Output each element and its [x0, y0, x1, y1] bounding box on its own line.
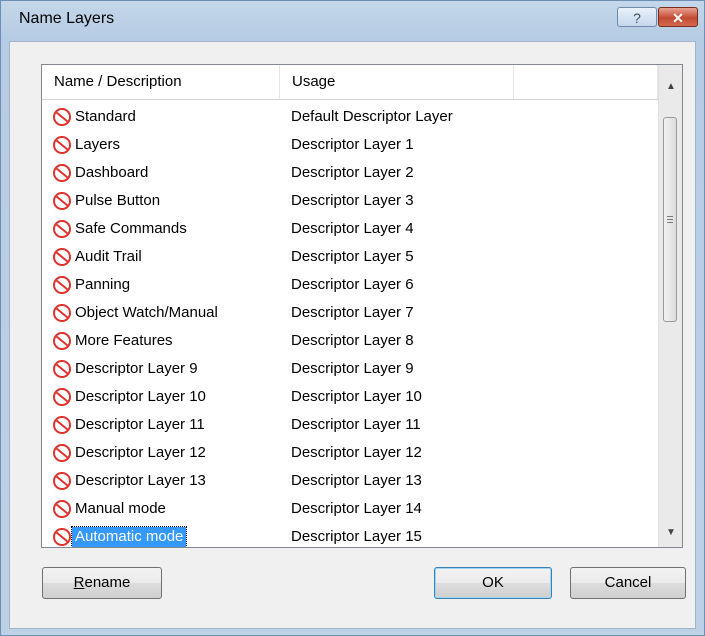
layer-name: Standard — [75, 108, 136, 125]
layer-hidden-icon[interactable] — [52, 443, 72, 463]
cancel-button[interactable]: Cancel — [570, 567, 686, 599]
list-row[interactable]: Standard Default Descriptor Layer — [42, 103, 658, 131]
layer-usage: Descriptor Layer 14 — [291, 500, 422, 517]
close-icon: ✕ — [672, 10, 684, 26]
dialog-body: Name / Description Usage Standard Default… — [9, 41, 696, 629]
layer-usage: Descriptor Layer 12 — [291, 444, 422, 461]
layer-hidden-icon[interactable] — [52, 275, 72, 295]
layer-name: Safe Commands — [75, 220, 187, 237]
layer-name: Descriptor Layer 12 — [75, 444, 206, 461]
list-row[interactable]: Panning Descriptor Layer 6 — [42, 271, 658, 299]
list-row[interactable]: Audit Trail Descriptor Layer 5 — [42, 243, 658, 271]
layer-hidden-icon[interactable] — [52, 387, 72, 407]
list-row[interactable]: Descriptor Layer 12 Descriptor Layer 12 — [42, 439, 658, 467]
layer-name: Automatic mode — [70, 526, 188, 547]
list-row[interactable]: Dashboard Descriptor Layer 2 — [42, 159, 658, 187]
vertical-scrollbar[interactable]: ▲ ▼ — [658, 65, 682, 547]
layer-hidden-icon[interactable] — [52, 135, 72, 155]
layer-usage: Descriptor Layer 9 — [291, 360, 414, 377]
scroll-up-icon[interactable]: ▲ — [659, 75, 682, 99]
layer-hidden-icon[interactable] — [52, 219, 72, 239]
list-row[interactable]: Manual mode Descriptor Layer 14 — [42, 495, 658, 523]
layer-usage: Descriptor Layer 7 — [291, 304, 414, 321]
layer-hidden-icon[interactable] — [52, 331, 72, 351]
thumb-grip-line — [667, 222, 673, 223]
layer-name: Descriptor Layer 10 — [75, 388, 206, 405]
list-row[interactable]: Descriptor Layer 9 Descriptor Layer 9 — [42, 355, 658, 383]
layer-usage: Descriptor Layer 10 — [291, 388, 422, 405]
layer-hidden-icon[interactable] — [52, 247, 72, 267]
layer-hidden-icon[interactable] — [52, 527, 72, 547]
layer-name: Descriptor Layer 11 — [75, 416, 205, 433]
layer-usage: Descriptor Layer 2 — [291, 164, 414, 181]
list-row[interactable]: Descriptor Layer 13 Descriptor Layer 13 — [42, 467, 658, 495]
layer-name: Layers — [75, 136, 121, 153]
list-row[interactable]: Safe Commands Descriptor Layer 4 — [42, 215, 658, 243]
layer-name: Descriptor Layer 13 — [75, 472, 206, 489]
layer-usage: Descriptor Layer 4 — [291, 220, 414, 237]
title-bar[interactable]: Name Layers ? ✕ — [1, 1, 704, 41]
layer-name: Descriptor Layer 9 — [75, 360, 198, 377]
layers-list[interactable]: Name / Description Usage Standard Default… — [41, 64, 683, 548]
list-header: Name / Description Usage — [42, 65, 658, 100]
layer-usage: Descriptor Layer 5 — [291, 248, 414, 265]
layer-hidden-icon[interactable] — [52, 303, 72, 323]
list-row[interactable]: Descriptor Layer 10 Descriptor Layer 10 — [42, 383, 658, 411]
layer-usage: Default Descriptor Layer — [291, 108, 453, 125]
layer-name: Dashboard — [75, 164, 149, 181]
layer-hidden-icon[interactable] — [52, 107, 72, 127]
layer-hidden-icon[interactable] — [52, 471, 72, 491]
layer-usage: Descriptor Layer 3 — [291, 192, 414, 209]
column-header-empty[interactable] — [514, 65, 658, 99]
rename-label: ename — [84, 574, 131, 591]
layer-usage: Descriptor Layer 15 — [291, 528, 422, 545]
layer-hidden-icon[interactable] — [52, 191, 72, 211]
list-row[interactable]: Layers Descriptor Layer 1 — [42, 131, 658, 159]
list-row[interactable]: Automatic mode Descriptor Layer 15 — [42, 523, 658, 547]
ok-button[interactable]: OK — [434, 567, 552, 599]
column-header-usage[interactable]: Usage — [280, 65, 514, 99]
list-row[interactable]: Object Watch/Manual Descriptor Layer 7 — [42, 299, 658, 327]
list-row[interactable]: More Features Descriptor Layer 8 — [42, 327, 658, 355]
layer-hidden-icon[interactable] — [52, 359, 72, 379]
list-rows: Standard Default Descriptor Layer Layers De… — [42, 103, 658, 547]
rename-mnemonic: R — [73, 574, 85, 591]
layer-name: Panning — [75, 276, 131, 293]
layer-name: Audit Trail — [75, 248, 142, 265]
layer-usage: Descriptor Layer 13 — [291, 472, 422, 489]
rename-button[interactable]: Rename — [42, 567, 162, 599]
layer-name: More Features — [75, 332, 173, 349]
list-row[interactable]: Descriptor Layer 11 Descriptor Layer 11 — [42, 411, 658, 439]
layer-hidden-icon[interactable] — [52, 415, 72, 435]
layer-usage: Descriptor Layer 11 — [291, 416, 421, 433]
scroll-thumb[interactable] — [663, 117, 677, 322]
layer-usage: Descriptor Layer 1 — [291, 136, 414, 153]
list-row[interactable]: Pulse Button Descriptor Layer 3 — [42, 187, 658, 215]
thumb-grip-line — [667, 216, 673, 217]
layer-hidden-icon[interactable] — [52, 499, 72, 519]
layer-usage: Descriptor Layer 6 — [291, 276, 414, 293]
thumb-grip-line — [667, 219, 673, 220]
name-layers-dialog: Name Layers ? ✕ Name / Description Usage… — [0, 0, 705, 636]
layer-name: Pulse Button — [75, 192, 161, 209]
layer-name: Object Watch/Manual — [75, 304, 218, 321]
column-header-name[interactable]: Name / Description — [42, 65, 280, 99]
scroll-down-icon[interactable]: ▼ — [659, 521, 682, 545]
close-button[interactable]: ✕ — [658, 7, 698, 27]
help-button[interactable]: ? — [617, 7, 657, 27]
help-icon: ? — [633, 10, 641, 26]
layer-name: Manual mode — [75, 500, 166, 517]
dialog-title: Name Layers — [19, 10, 115, 27]
layer-hidden-icon[interactable] — [52, 163, 72, 183]
layer-usage: Descriptor Layer 8 — [291, 332, 414, 349]
